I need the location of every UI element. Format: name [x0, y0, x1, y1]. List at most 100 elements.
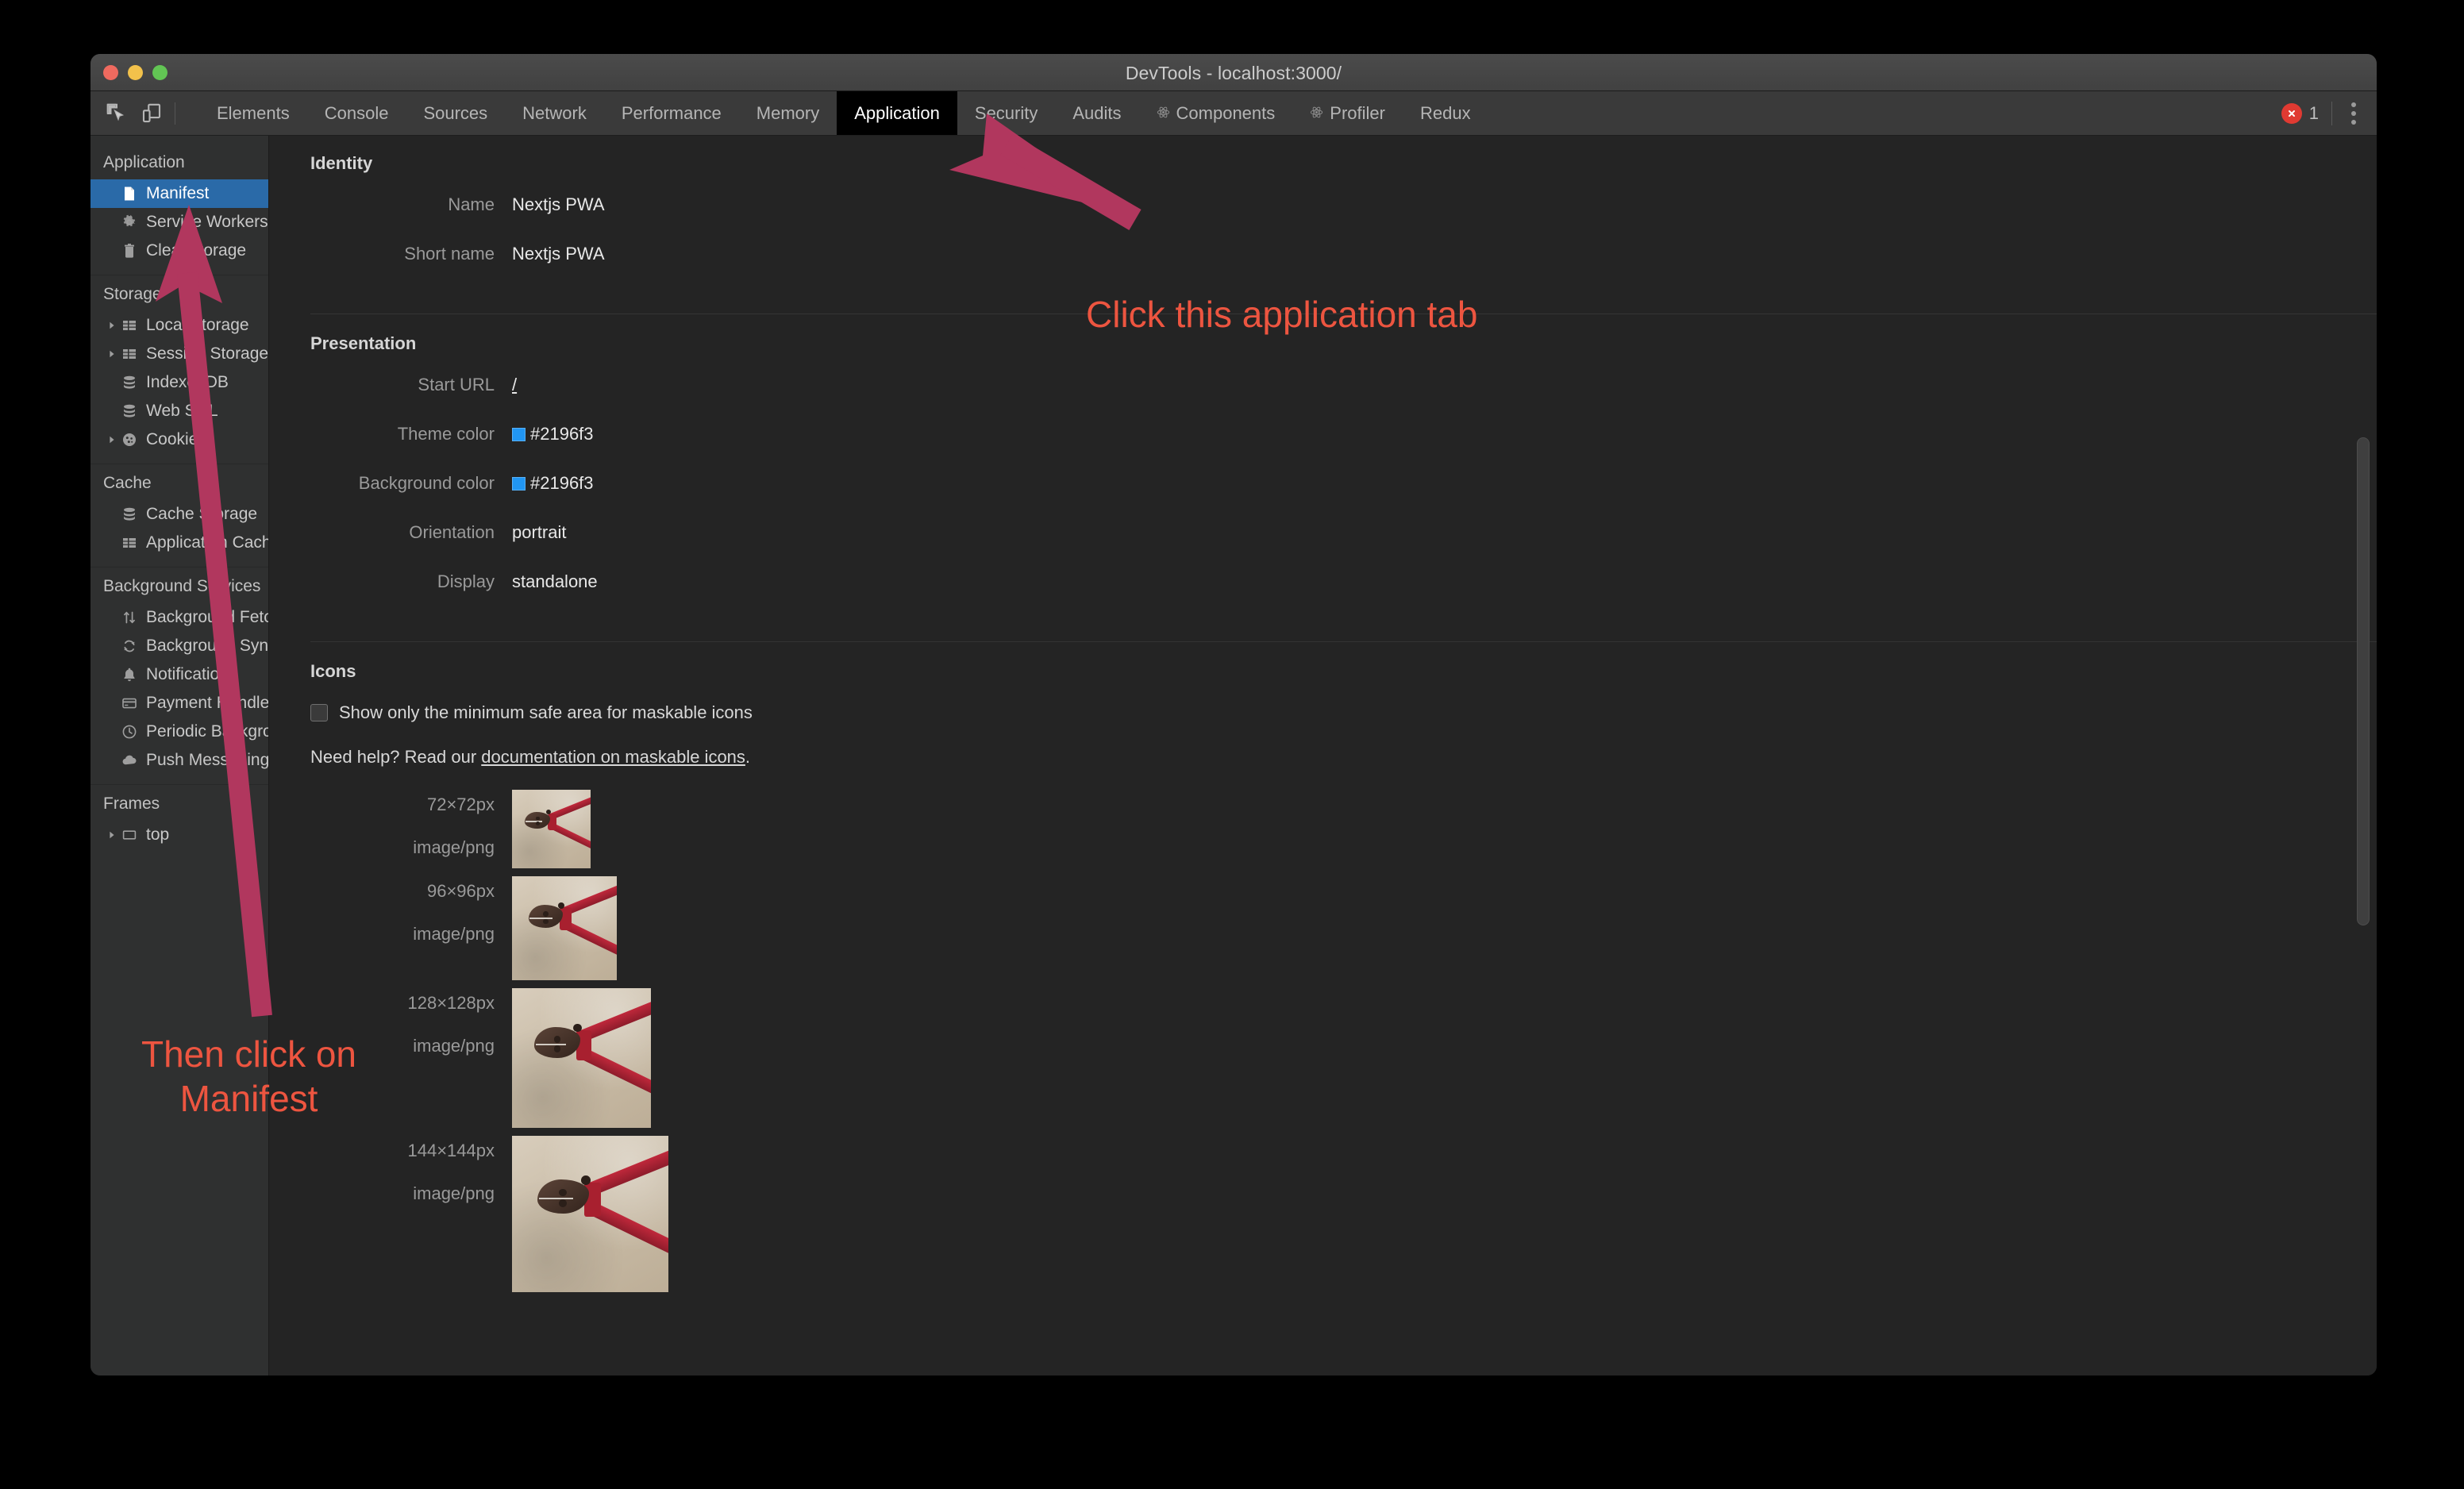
manifest-content: Identity Name Nextjs PWA Short name Nextjs … [269, 136, 2377, 1321]
cookie-icon [119, 432, 140, 448]
sidebar-item-label: Payment Handler [146, 694, 269, 712]
sidebar-item-push-messaging[interactable]: Push Messaging [90, 746, 268, 775]
field-label: Display [437, 571, 495, 591]
sidebar-item-periodic-background-sy[interactable]: Periodic Background Sy [90, 718, 268, 746]
tab-console[interactable]: Console [307, 91, 406, 135]
sidebar-item-indexeddb[interactable]: IndexedDB [90, 368, 268, 397]
field-value-wrap: / [512, 375, 517, 395]
field-value: portrait [512, 522, 567, 542]
identity-fields: Name Nextjs PWA Short name Nextjs PWA [310, 194, 2377, 264]
tab-components[interactable]: Components [1139, 91, 1293, 135]
tab-performance[interactable]: Performance [604, 91, 739, 135]
sidebar-item-cookies[interactable]: Cookies [90, 425, 268, 454]
field-label: Name [448, 194, 495, 214]
icon-entry-meta: 96×96px image/png [310, 876, 512, 945]
field-value: standalone [512, 571, 598, 591]
tabbar-right-controls: 1 [2281, 91, 2362, 135]
sidebar-item-notifications[interactable]: Notifications [90, 660, 268, 689]
tab-audits[interactable]: Audits [1055, 91, 1138, 135]
sidebar-item-background-fetch[interactable]: Background Fetch [90, 603, 268, 632]
manifest-scrollbar[interactable] [2354, 136, 2372, 1375]
credit-card-icon [119, 695, 140, 711]
tab-application[interactable]: Application [837, 91, 957, 135]
sidebar-item-label: Push Messaging [146, 751, 269, 769]
manifest-field-start-url: Start URL / [310, 375, 2377, 395]
chevron-right-icon[interactable] [105, 830, 119, 840]
sidebar-item-label: Cache Storage [146, 505, 258, 523]
manifest-panel: Identity Name Nextjs PWA Short name Nextjs … [269, 136, 2377, 1375]
tab-sources[interactable]: Sources [406, 91, 505, 135]
sidebar-group-cache: Cache Cache Storage Application Cache [90, 464, 268, 568]
sidebar-item-clear-storage[interactable]: Clear storage [90, 237, 268, 265]
tab-profiler[interactable]: Profiler [1292, 91, 1403, 135]
updown-arrows-icon [119, 610, 140, 625]
maskable-docs-link[interactable]: documentation on maskable icons [481, 747, 745, 767]
manifest-scrollbar-thumb[interactable] [2357, 437, 2370, 925]
field-value: #2196f3 [530, 424, 594, 444]
sidebar-item-payment-handler[interactable]: Payment Handler [90, 689, 268, 718]
tab-label: Performance [621, 102, 722, 123]
icon-size-label: 72×72px [426, 795, 495, 814]
chevron-right-icon[interactable] [105, 321, 119, 330]
icon-thumbnail [512, 875, 617, 981]
sidebar-item-label: Local Storage [146, 316, 249, 334]
tab-memory[interactable]: Memory [739, 91, 837, 135]
chevron-right-icon[interactable] [105, 349, 119, 359]
chevron-right-icon[interactable] [105, 435, 119, 444]
field-value-wrap: standalone [512, 571, 598, 592]
tab-label: Security [974, 102, 1038, 123]
tab-label: Elements [217, 102, 290, 123]
field-value-wrap: portrait [512, 522, 566, 543]
field-value: Nextjs PWA [512, 194, 605, 214]
field-value-wrap: Nextjs PWA [512, 194, 605, 215]
table-icon [119, 346, 140, 362]
icon-preview-photo [512, 988, 652, 1128]
sidebar-item-label: Session Storage [146, 344, 269, 363]
error-badge[interactable]: 1 [2281, 102, 2319, 124]
sidebar-item-label: Background Sync [146, 637, 269, 655]
tab-security[interactable]: Security [957, 91, 1055, 135]
tab-network[interactable]: Network [505, 91, 604, 135]
maskable-safe-area-checkbox[interactable] [310, 704, 328, 721]
field-label: Orientation [409, 522, 495, 542]
icon-size-label: 96×96px [426, 880, 495, 901]
help-prefix: Need help? Read our [310, 747, 482, 767]
sidebar-item-cache-storage[interactable]: Cache Storage [90, 500, 268, 529]
sidebar-item-session-storage[interactable]: Session Storage [90, 340, 268, 368]
device-toolbar-icon[interactable] [140, 102, 164, 125]
table-icon [119, 317, 140, 333]
tab-elements[interactable]: Elements [199, 91, 307, 135]
sidebar-item-service-workers[interactable]: Service Workers [90, 208, 268, 237]
field-label: Background color [358, 473, 495, 493]
sidebar-group-background-services: Background Services Background Fetch Backg… [90, 568, 268, 785]
sidebar-item-background-sync[interactable]: Background Sync [90, 632, 268, 660]
sidebar-item-local-storage[interactable]: Local Storage [90, 311, 268, 340]
color-swatch [512, 476, 526, 491]
icon-entry: 96×96px image/png [310, 875, 2377, 981]
maskable-help-text: Need help? Read our documentation on mas… [310, 747, 2377, 768]
devtools-body: Application Manifest Service Workers Clear … [90, 136, 2377, 1375]
sidebar-item-label: Application Cache [146, 533, 269, 552]
trash-icon [119, 243, 140, 259]
inspect-element-icon[interactable] [105, 102, 129, 125]
presentation-fields: Start URL / Theme color #2196f3 Background c… [310, 375, 2377, 592]
sidebar-item-manifest[interactable]: Manifest [90, 179, 268, 208]
manifest-field-theme-color: Theme color #2196f3 [310, 424, 2377, 444]
sidebar-item-top[interactable]: top [90, 821, 268, 849]
sidebar-item-application-cache[interactable]: Application Cache [90, 529, 268, 557]
clock-icon [119, 724, 140, 740]
field-value: Nextjs PWA [512, 244, 605, 264]
tab-redux[interactable]: Redux [1403, 91, 1488, 135]
sidebar-item-label: Periodic Background Sy [146, 722, 268, 741]
sidebar-item-label: Clear storage [146, 241, 247, 260]
table-icon [119, 535, 140, 551]
kebab-menu-icon[interactable] [2345, 99, 2362, 128]
manifest-field-short-name: Short name Nextjs PWA [310, 244, 2377, 264]
sidebar-item-web-sql[interactable]: Web SQL [90, 397, 268, 425]
react-atom-icon [1157, 103, 1170, 124]
maskable-safe-area-label: Show only the minimum safe area for mask… [339, 702, 753, 722]
sidebar-item-label: Notifications [146, 665, 237, 683]
field-value[interactable]: / [512, 375, 517, 395]
sidebar-item-label: Manifest [146, 184, 210, 202]
maskable-safe-area-checkbox-row[interactable]: Show only the minimum safe area for mask… [310, 702, 2377, 723]
